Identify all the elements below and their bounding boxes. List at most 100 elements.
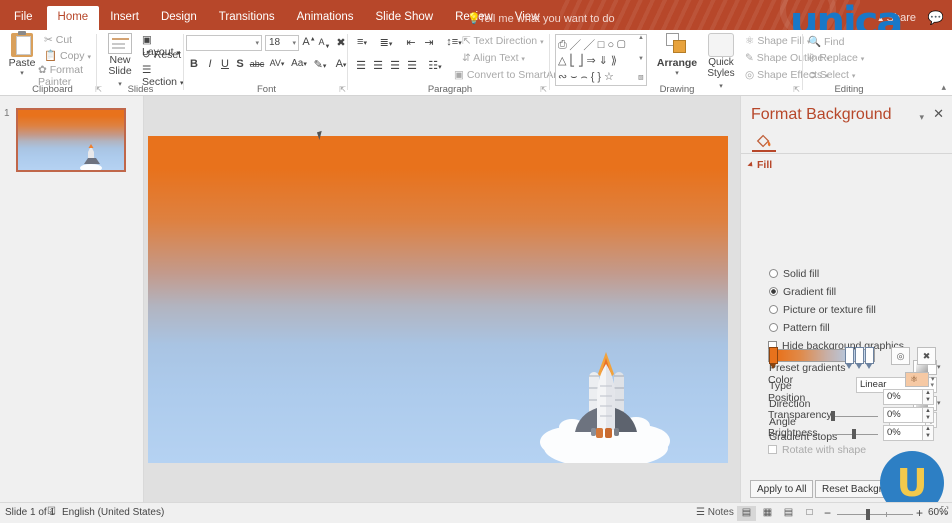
radio-picture-fill[interactable]: Picture or texture fill [769,304,876,316]
shrink-font-button[interactable]: A▼ [318,37,331,50]
align-center-icon[interactable]: ☰ [371,59,385,72]
remove-gradient-stop-icon[interactable]: ✖ [917,347,936,365]
new-slide-button[interactable]: New Slide ▾ [100,33,140,89]
transparency-spinner[interactable]: ▲▼ [923,407,934,423]
language-label[interactable]: English (United States) [62,507,164,518]
gradient-stop-4[interactable] [865,347,874,364]
position-spinner[interactable]: ▲▼ [923,389,934,405]
font-color-button[interactable]: A▾ [334,58,348,70]
reset-background-button[interactable]: Reset Background [815,480,911,498]
add-gradient-stop-icon[interactable]: ◎ [891,347,910,365]
radio-pattern-fill[interactable]: Pattern fill [769,322,830,334]
quick-styles-button[interactable]: Quick Styles ▾ [701,33,741,91]
fill-bucket-icon[interactable] [752,132,776,152]
align-left-icon[interactable]: ☰ [354,59,368,72]
slideshow-icon[interactable]: □ [800,506,819,521]
font-size-input[interactable]: 18 ▾ [265,35,299,51]
tell-me-box[interactable]: 💡 Tell me what you want to do [467,12,615,25]
brightness-input[interactable]: 0% [883,425,923,441]
radio-solid-fill[interactable]: Solid fill [769,268,819,280]
close-icon[interactable]: ✕ [933,106,944,122]
zoom-in-button[interactable]: + [916,506,923,520]
paste-dropdown-icon[interactable]: ▾ [4,69,40,77]
tab-insert[interactable]: Insert [99,6,150,30]
font-name-input[interactable]: ▾ [186,35,262,51]
change-case-button[interactable]: Aa▾ [289,58,309,69]
zoom-slider-thumb[interactable] [866,509,870,520]
normal-view-icon[interactable]: ▤ [737,506,756,521]
tab-file[interactable]: File [0,6,47,30]
strikethrough-button[interactable]: abc [248,59,266,69]
decrease-indent-icon[interactable]: ⇤ [404,36,418,49]
arrange-button[interactable]: Arrange ▾ [656,33,698,77]
select-button[interactable]: ➲ Select ▾ [808,69,855,81]
brightness-spinner[interactable]: ▲▼ [923,425,934,441]
collapse-ribbon-button[interactable]: ▴ [941,82,946,93]
reading-view-icon[interactable]: ▤ [779,506,798,521]
highlight-icon[interactable]: ✎▾ [312,58,328,71]
text-direction-button[interactable]: ⇱ Text Direction ▾ [462,35,544,47]
tab-transitions[interactable]: Transitions [208,6,286,30]
replace-button[interactable]: ⎆ Replace ▾ [808,52,864,65]
gradient-stop-2[interactable] [845,347,854,364]
paste-button[interactable]: Paste ▾ [4,33,40,77]
underline-button[interactable]: U [219,58,231,70]
slide-edit-area[interactable] [144,96,740,502]
justify-icon[interactable]: ☰ [405,59,419,72]
line-spacing-icon[interactable]: ↕≡▾ [444,36,464,48]
text-shadow-button[interactable]: S [234,58,246,70]
chevron-down-icon[interactable]: ▾ [292,39,296,47]
transparency-input[interactable]: 0% [883,407,923,423]
find-button[interactable]: 🔍 Find [808,35,844,48]
checkbox-rotate-with-shape[interactable]: Rotate with shape [768,444,866,456]
shape-fill-button[interactable]: ⚛ Shape Fill ▾ [745,35,810,47]
bold-button[interactable]: B [188,58,200,70]
comment-icon[interactable]: 💬 [928,10,944,26]
tab-animations[interactable]: Animations [286,6,365,30]
zoom-out-button[interactable]: − [824,506,831,520]
grow-font-button[interactable]: A▲ [302,36,316,48]
fit-to-window-icon[interactable]: ⛶ [941,506,948,517]
gradient-stop-1[interactable] [769,347,778,364]
radio-gradient-fill[interactable]: Gradient fill [769,286,836,298]
chevron-down-icon[interactable]: ▾ [255,39,259,47]
gradient-stop-3[interactable] [855,347,864,364]
shapes-gallery-scroll[interactable]: ▲ ▼ ▧ [637,34,647,86]
tab-home[interactable]: Home [47,6,100,30]
apply-to-all-button[interactable]: Apply to All [750,480,813,498]
tab-design[interactable]: Design [150,6,208,30]
transparency-slider-track[interactable] [832,416,878,417]
columns-icon[interactable]: ☷▾ [427,59,443,72]
bullets-icon[interactable]: ≡▾ [354,36,370,48]
increase-indent-icon[interactable]: ⇥ [422,36,436,49]
slide-sorter-icon[interactable]: ▦ [758,506,777,521]
slide-canvas[interactable] [148,136,728,463]
arrange-dropdown-icon[interactable]: ▾ [656,69,698,77]
character-spacing-button[interactable]: AV▾ [268,58,286,68]
clear-formatting-icon[interactable]: ✖ [334,36,348,49]
copy-button[interactable]: 📋 Copy ▾ [44,49,91,62]
zoom-slider-track[interactable] [837,514,913,515]
brightness-slider-thumb[interactable] [852,429,856,439]
chevron-down-icon[interactable]: ▾ [931,375,935,383]
spellcheck-icon[interactable]: ☑ [47,506,56,517]
drawing-dialog-launcher[interactable]: ⇱ [793,85,800,94]
color-swatch-button[interactable]: ⚛ [905,372,929,387]
numbering-icon[interactable]: ≣▾ [378,36,394,49]
chevron-down-icon[interactable]: ▾ [937,363,941,371]
align-right-icon[interactable]: ☰ [388,59,402,72]
paragraph-dialog-launcher[interactable]: ⇱ [540,85,547,94]
font-dialog-launcher[interactable]: ⇱ [339,85,346,94]
chevron-down-icon[interactable]: ▾ [919,112,924,123]
tab-slide-show[interactable]: Slide Show [365,6,445,30]
cut-button[interactable]: ✂ Cut [44,34,72,46]
reset-button[interactable]: ↺ Reset [142,49,181,61]
slide-thumbnail-1[interactable] [16,108,126,172]
rocket-illustration[interactable] [148,136,728,463]
position-input[interactable]: 0% [883,389,923,405]
shapes-gallery[interactable]: ⎙╱╱□○▢ △⎣⎦⇒⇓⟫ ∾⌣⌢{}☆ [555,34,647,86]
collapse-triangle-icon[interactable] [747,161,754,168]
italic-button[interactable]: I [204,58,216,70]
transparency-slider-thumb[interactable] [831,411,835,421]
chevron-down-icon[interactable]: ▾ [937,399,941,407]
